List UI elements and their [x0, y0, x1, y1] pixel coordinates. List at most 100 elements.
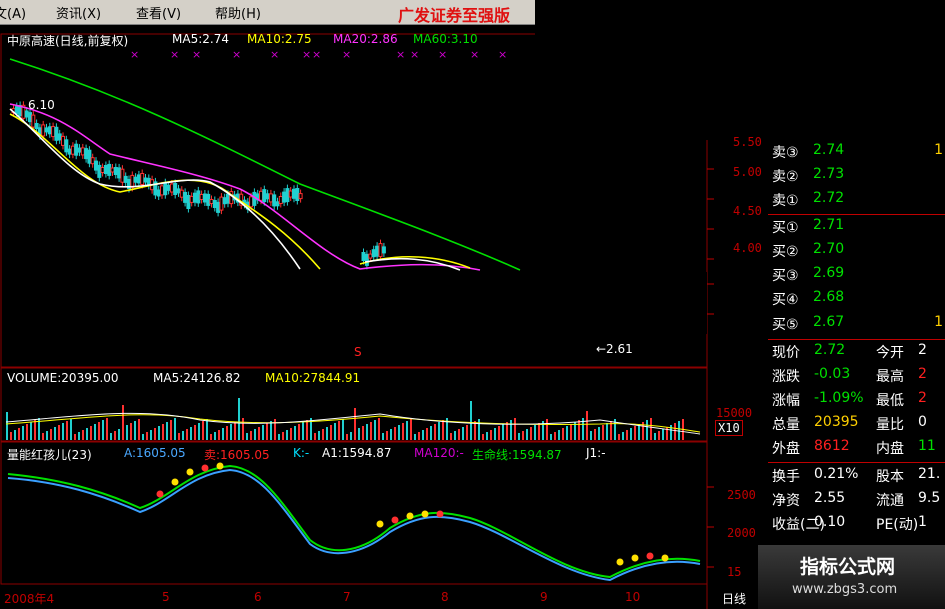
stat-label: 总量: [772, 417, 800, 433]
volume-bar: [162, 424, 164, 440]
candle-body: [84, 148, 89, 160]
price-axis-label: 4.50: [733, 204, 762, 218]
volume-bar: [470, 401, 472, 440]
volume-bar: [350, 432, 352, 440]
volume-bar: [142, 434, 144, 440]
volume-bar: [534, 425, 536, 440]
candle-body: [216, 201, 221, 213]
volume-bar: [442, 420, 444, 440]
volume-bar: [594, 429, 596, 440]
volume-bar: [378, 418, 380, 440]
candle-body: [265, 193, 270, 200]
volume-bar: [270, 421, 272, 440]
volume-bar: [618, 434, 620, 440]
signal-x-marker: ×: [270, 48, 279, 61]
volume-bar: [186, 429, 188, 440]
candle-body: [275, 201, 280, 207]
volume-bar: [638, 424, 640, 440]
volume-bar: [502, 424, 504, 440]
stat-row: 涨幅 -1.09% 最低 2: [768, 390, 945, 412]
volume-bar: [458, 429, 460, 440]
candle-body: [143, 177, 148, 183]
volume-bar: [6, 412, 8, 440]
volume-bar: [346, 434, 348, 440]
volume-bar: [126, 425, 128, 440]
candle-body: [94, 160, 98, 171]
volume-bar: [662, 429, 664, 440]
volume-bar: [106, 418, 108, 440]
bid-label: 买①: [772, 220, 799, 236]
stat-label: 涨跌: [772, 369, 800, 385]
signal-x-marker: ×: [410, 48, 419, 61]
bid-price: 2.67: [813, 314, 845, 330]
volume-bar: [314, 433, 316, 440]
volume-bar: [426, 428, 428, 440]
candle-body: [61, 135, 65, 146]
volume-ma5: MA5:24126.82: [153, 371, 241, 385]
indicator-signal-dot: [376, 520, 384, 528]
x-axis-label: 5: [162, 590, 170, 604]
menu-help[interactable]: 帮助(H): [215, 3, 261, 22]
volume-bar: [234, 422, 236, 440]
period-label[interactable]: 日线: [722, 590, 746, 607]
volume-bar: [418, 432, 420, 440]
ask-price: 2.74: [813, 142, 845, 158]
volume-bar: [462, 427, 464, 440]
menu-file[interactable]: 文(A): [0, 3, 26, 22]
volume-bar: [210, 434, 212, 440]
volume-bar: [670, 425, 672, 440]
stat-row: 现价 2.72 今开 2: [768, 342, 945, 364]
candle-body: [368, 253, 373, 259]
volume-bar: [510, 420, 512, 440]
indicator-signal-dot: [421, 510, 429, 518]
stat-label: PE(动): [876, 517, 919, 533]
stat-value: 11: [918, 438, 936, 454]
ask-label: 卖②: [772, 169, 799, 185]
stat-label: 最高: [876, 369, 904, 385]
volume-bar: [110, 433, 112, 440]
volume-bar: [630, 428, 632, 440]
quote-divider: [768, 214, 945, 215]
volume-bar: [218, 430, 220, 440]
bid-price: 2.68: [813, 289, 845, 305]
candle-body: [252, 191, 257, 206]
volume-bar: [430, 426, 432, 440]
volume-bar: [230, 424, 232, 440]
volume-bar: [578, 420, 580, 440]
menu-info[interactable]: 资讯(X): [56, 3, 101, 22]
candle-body: [90, 157, 95, 165]
candle-body: [282, 191, 287, 203]
candle-body: [28, 112, 32, 123]
candle-body: [169, 183, 174, 193]
volume-bar: [242, 418, 244, 440]
x-axis-label: 9: [540, 590, 548, 604]
signal-x-marker: ×: [470, 48, 479, 61]
candle-body: [34, 123, 39, 129]
signal-x-marker: ×: [342, 48, 351, 61]
candle-body: [364, 253, 369, 266]
volume-bar: [10, 432, 12, 440]
candle-body: [70, 145, 75, 155]
watermark-url: www.zbgs3.com: [792, 582, 898, 597]
bid-price: 2.69: [813, 265, 845, 281]
volume-bar: [170, 420, 172, 440]
volume-bar: [390, 429, 392, 440]
candle-body: [80, 147, 85, 156]
menu-view[interactable]: 查看(V): [136, 3, 181, 22]
volume-bar: [490, 430, 492, 440]
volume-bar: [58, 425, 60, 440]
candle-body: [74, 143, 79, 156]
volume-bar: [398, 425, 400, 440]
volume-bar: [554, 432, 556, 440]
indicator-life-line: 生命线:1594.87: [472, 448, 562, 462]
volume-bar: [262, 425, 264, 440]
candle-body: [202, 193, 207, 203]
candle-body: [288, 190, 293, 198]
candle-body: [31, 114, 36, 128]
candle-body: [361, 252, 366, 261]
stat-row: 外盘 8612 内盘 11: [768, 438, 945, 460]
volume-bar: [478, 419, 480, 440]
volume-bar: [250, 431, 252, 440]
stat-value: 2.55: [814, 490, 846, 506]
volume-bar: [150, 430, 152, 440]
